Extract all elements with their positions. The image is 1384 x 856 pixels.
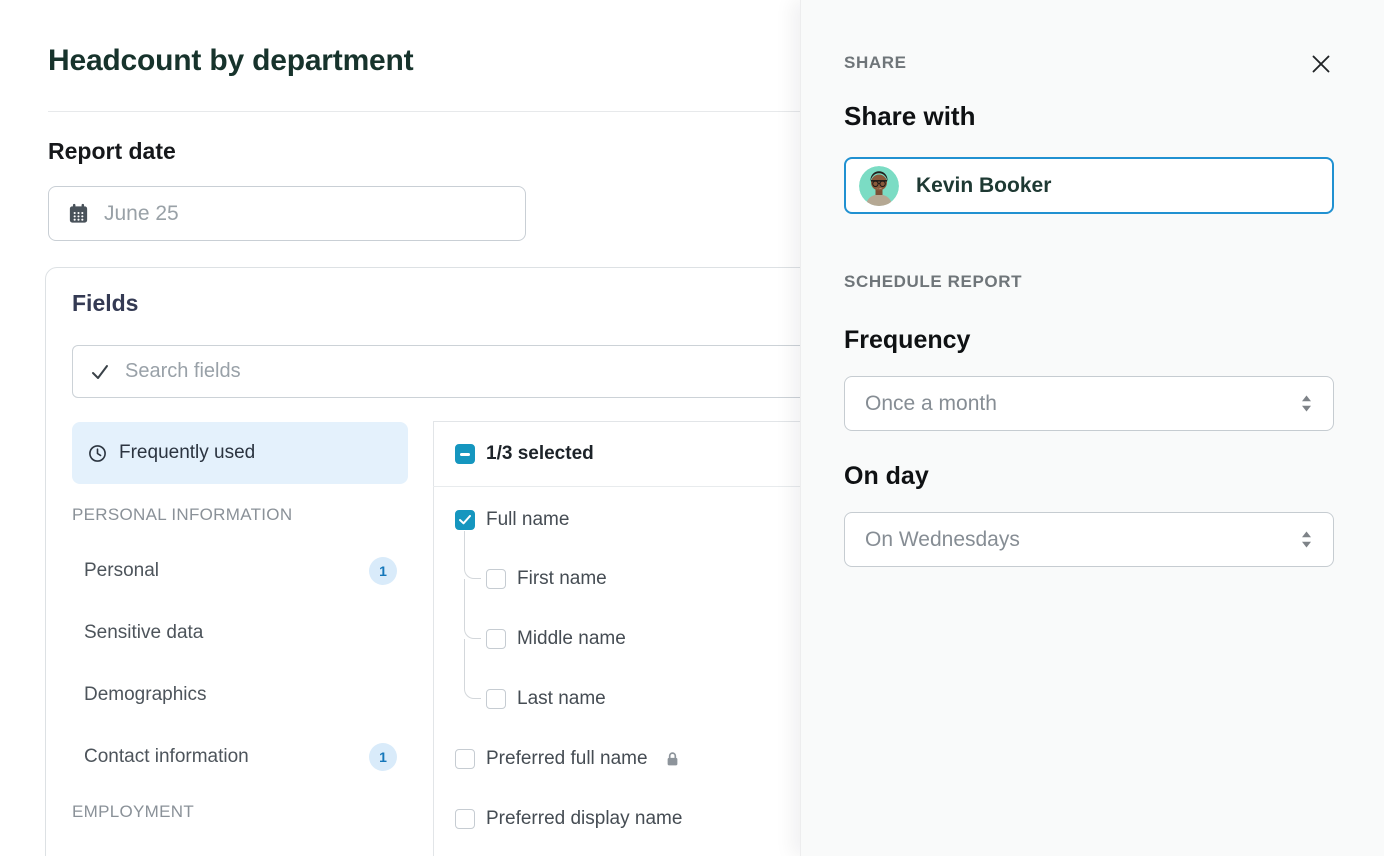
unchecked-checkbox[interactable] bbox=[486, 569, 506, 589]
selection-summary: 1/3 selected bbox=[486, 443, 594, 465]
schedule-report-label: SCHEDULE REPORT bbox=[844, 272, 1022, 292]
unchecked-checkbox[interactable] bbox=[486, 629, 506, 649]
unchecked-checkbox[interactable] bbox=[455, 809, 475, 829]
updown-arrows-icon bbox=[1300, 530, 1313, 549]
nav-item-label: Frequently used bbox=[119, 442, 255, 464]
count-badge: 1 bbox=[369, 557, 397, 585]
checked-checkbox[interactable] bbox=[455, 510, 475, 530]
report-date-value: June 25 bbox=[104, 202, 179, 226]
tree-connector bbox=[464, 639, 481, 699]
on-day-value: On Wednesdays bbox=[865, 528, 1300, 552]
select-all-row[interactable]: 1/3 selected bbox=[455, 439, 594, 469]
report-date-input[interactable]: June 25 bbox=[48, 186, 526, 241]
nav-section-employment: EMPLOYMENT bbox=[72, 802, 194, 822]
count-badge: 1 bbox=[369, 743, 397, 771]
share-panel: SHARE Share with bbox=[800, 0, 1384, 856]
report-date-label: Report date bbox=[48, 138, 176, 165]
share-with-input[interactable]: Kevin Booker bbox=[844, 157, 1334, 214]
nav-item-contact-information[interactable]: Contact information 1 bbox=[84, 738, 397, 776]
avatar bbox=[859, 166, 899, 206]
lock-icon bbox=[665, 751, 680, 767]
tree-connector bbox=[464, 531, 481, 579]
field-row-preferred-display-name[interactable]: Preferred display name bbox=[455, 804, 682, 834]
clock-icon bbox=[88, 444, 107, 463]
share-with-label: Share with bbox=[844, 101, 975, 132]
share-with-value: Kevin Booker bbox=[916, 174, 1051, 198]
on-day-select[interactable]: On Wednesdays bbox=[844, 512, 1334, 567]
frequency-value: Once a month bbox=[865, 392, 1300, 416]
nav-item-demographics[interactable]: Demographics bbox=[84, 676, 397, 714]
on-day-label: On day bbox=[844, 462, 929, 491]
updown-arrows-icon bbox=[1300, 394, 1313, 413]
frequency-select[interactable]: Once a month bbox=[844, 376, 1334, 431]
close-icon bbox=[1310, 53, 1332, 75]
unchecked-checkbox[interactable] bbox=[455, 749, 475, 769]
share-panel-title: SHARE bbox=[844, 53, 907, 73]
nav-item-personal[interactable]: Personal 1 bbox=[84, 552, 397, 590]
field-row-last-name[interactable]: Last name bbox=[486, 684, 606, 714]
nav-item-frequently-used[interactable]: Frequently used bbox=[72, 422, 408, 484]
indeterminate-checkbox[interactable] bbox=[455, 444, 475, 464]
unchecked-checkbox[interactable] bbox=[486, 689, 506, 709]
calendar-icon bbox=[67, 202, 90, 225]
frequency-label: Frequency bbox=[844, 326, 970, 355]
field-row-middle-name[interactable]: Middle name bbox=[486, 624, 626, 654]
field-row-first-name[interactable]: First name bbox=[486, 564, 607, 594]
fields-heading: Fields bbox=[72, 290, 138, 317]
nav-item-sensitive-data[interactable]: Sensitive data bbox=[84, 614, 397, 652]
field-row-preferred-full-name[interactable]: Preferred full name bbox=[455, 744, 680, 774]
nav-section-personal-information: PERSONAL INFORMATION bbox=[72, 505, 292, 525]
tree-connector bbox=[464, 579, 481, 639]
check-icon bbox=[89, 361, 111, 383]
page-title: Headcount by department bbox=[48, 44, 413, 78]
close-panel-button[interactable] bbox=[1299, 42, 1343, 86]
field-row-full-name[interactable]: Full name bbox=[455, 505, 569, 535]
